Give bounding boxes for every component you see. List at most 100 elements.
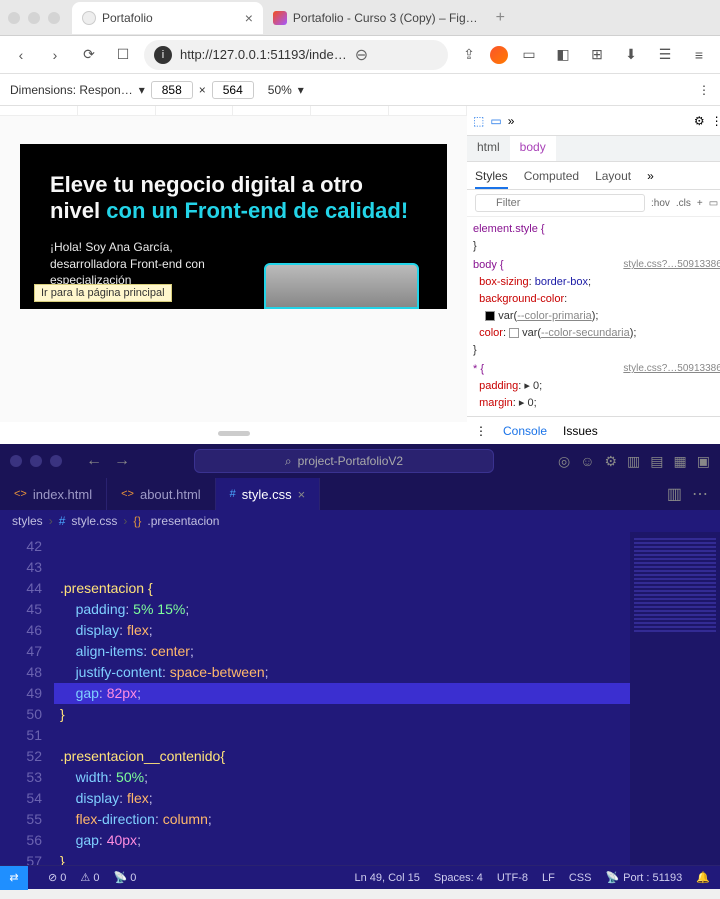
source-link[interactable]: style.css?…50913386:14 [623, 361, 720, 377]
new-rule-button[interactable]: + [697, 198, 703, 209]
viewport-resize-handle[interactable] [0, 422, 467, 444]
gear-icon[interactable]: ⚙ [604, 453, 617, 470]
eol[interactable]: LF [542, 872, 555, 884]
more-tabs-icon[interactable]: » [508, 114, 515, 128]
bookmark-button[interactable]: ☐ [110, 42, 136, 68]
width-input[interactable] [151, 81, 193, 99]
dom-breadcrumb: html body [467, 136, 720, 162]
account-icon[interactable]: ☺ [580, 453, 594, 470]
new-tab-button[interactable]: + [488, 9, 513, 27]
radio-count[interactable]: 📡 0 [113, 871, 136, 884]
profile-icon[interactable]: ☰ [652, 42, 678, 68]
traffic-lights [8, 12, 60, 24]
live-server-port[interactable]: 📡 Port : 51193 [605, 871, 682, 884]
filetab-about[interactable]: <> about.html [107, 478, 216, 510]
brave-shield-icon[interactable] [490, 46, 508, 64]
tab-styles[interactable]: Styles [475, 169, 508, 189]
copilot-icon[interactable]: ◎ [558, 453, 570, 470]
layout-icon[interactable]: ▣ [697, 453, 710, 470]
breadcrumb-html[interactable]: html [467, 136, 510, 161]
cursor-position[interactable]: Ln 49, Col 15 [354, 872, 419, 884]
zoom-dropdown[interactable]: 50% [268, 83, 292, 97]
bell-icon[interactable]: 🔔 [696, 871, 710, 884]
kebab-icon[interactable]: ⋮ [711, 114, 720, 128]
editor-breadcrumb[interactable]: styles › # style.css › {} .presentacion [0, 510, 720, 532]
crumb[interactable]: style.css [71, 514, 117, 528]
css-rules-pane[interactable]: element.style {} style.css?…50913386:19 … [467, 217, 720, 416]
extensions-icon[interactable]: ⊞ [584, 42, 610, 68]
hov-toggle[interactable]: :hov [651, 198, 670, 209]
encoding[interactable]: UTF-8 [497, 872, 528, 884]
source-link[interactable]: style.css?…50913386:19 [623, 257, 720, 273]
more-icon[interactable]: ⋯ [692, 484, 708, 504]
menu-icon[interactable]: ≡ [686, 42, 712, 68]
tab-portafolio[interactable]: Portafolio × [72, 2, 263, 34]
code-editor: ← → ⌕ project-PortafolioV2 ◎ ☺ ⚙ ▥ ▤ ▦ ▣… [0, 444, 720, 889]
command-center[interactable]: ⌕ project-PortafolioV2 [194, 449, 494, 473]
element-picker-icon[interactable]: ⬚ [473, 114, 484, 128]
editor-titlebar: ← → ⌕ project-PortafolioV2 ◎ ☺ ⚙ ▥ ▤ ▦ ▣ [0, 444, 720, 478]
errors-count[interactable]: ⊘ 0 [48, 871, 66, 884]
kebab-icon[interactable]: ⋮ [475, 424, 487, 438]
minimize-window[interactable] [30, 455, 42, 467]
reload-button[interactable]: ⟳ [76, 42, 102, 68]
zoom-out-icon[interactable]: ⊖ [355, 45, 368, 65]
console-drawer: ⋮ Console Issues × [467, 416, 720, 444]
download-icon[interactable]: ⬇ [618, 42, 644, 68]
maximize-window[interactable] [50, 455, 62, 467]
filetab-index[interactable]: <> index.html [0, 478, 107, 510]
code-area[interactable]: 42434445464748495051525354555657 .presen… [0, 532, 720, 865]
page-preview[interactable]: Eleve tu negocio digital a otro nivel co… [0, 116, 467, 422]
layout-icon[interactable]: ▥ [627, 453, 640, 470]
close-icon[interactable]: × [245, 10, 253, 26]
more-tabs-icon[interactable]: » [647, 169, 654, 183]
layout-icon[interactable]: ▤ [650, 453, 663, 470]
forward-button[interactable]: › [42, 42, 68, 68]
chevron-down-icon[interactable]: ▾ [298, 83, 304, 97]
filetab-label: index.html [33, 487, 92, 502]
cls-toggle[interactable]: .cls [676, 198, 691, 209]
tab-computed[interactable]: Computed [524, 169, 579, 183]
tab-layout[interactable]: Layout [595, 169, 631, 183]
tab-console[interactable]: Console [503, 424, 547, 438]
tab-figma[interactable]: Portafolio - Curso 3 (Copy) – Fig… [263, 2, 488, 34]
language-mode[interactable]: CSS [569, 872, 592, 884]
nav-forward-icon[interactable]: → [114, 452, 130, 470]
filter-input[interactable] [475, 194, 645, 212]
tab-issues[interactable]: Issues [563, 424, 598, 438]
dimensions-label[interactable]: Dimensions: Respon… [10, 83, 133, 97]
site-info-icon[interactable]: i [154, 46, 172, 64]
chevron-down-icon[interactable]: ▾ [139, 83, 145, 97]
code-content[interactable]: .presentacion { padding: 5% 15%; display… [54, 532, 720, 865]
url-bar[interactable]: i http://127.0.0.1:51193/inde… ⊖ [144, 40, 448, 70]
color-swatch[interactable] [485, 311, 495, 321]
pip-icon[interactable]: ▭ [516, 42, 542, 68]
indent-setting[interactable]: Spaces: 4 [434, 872, 483, 884]
link-tooltip: Ir para la página principal [34, 284, 172, 302]
back-button[interactable]: ‹ [8, 42, 34, 68]
wallet-icon[interactable]: ◧ [550, 42, 576, 68]
breadcrumb-body[interactable]: body [510, 136, 556, 161]
warnings-count[interactable]: ⚠ 0 [80, 871, 99, 884]
maximize-window[interactable] [48, 12, 60, 24]
color-swatch[interactable] [509, 328, 519, 338]
crumb[interactable]: .presentacion [147, 514, 219, 528]
body-selector: body { [473, 259, 504, 271]
split-icon[interactable]: ▥ [667, 484, 682, 504]
css-file-icon: # [59, 514, 66, 528]
close-window[interactable] [8, 12, 20, 24]
kebab-icon[interactable]: ⋮ [698, 83, 710, 97]
nav-back-icon[interactable]: ← [86, 452, 102, 470]
filetab-style[interactable]: # style.css × [216, 478, 321, 510]
share-icon[interactable]: ⇪ [456, 42, 482, 68]
close-window[interactable] [10, 455, 22, 467]
crumb[interactable]: styles [12, 514, 43, 528]
gear-icon[interactable]: ⚙ [694, 114, 705, 128]
layout-icon[interactable]: ▦ [674, 453, 687, 470]
minimize-window[interactable] [28, 12, 40, 24]
close-icon[interactable]: × [298, 487, 306, 502]
toggle-icon[interactable]: ▭ [709, 198, 718, 209]
remote-icon[interactable]: ⇄ [0, 866, 28, 890]
device-mode-icon[interactable]: ▭ [490, 114, 501, 128]
height-input[interactable] [212, 81, 254, 99]
